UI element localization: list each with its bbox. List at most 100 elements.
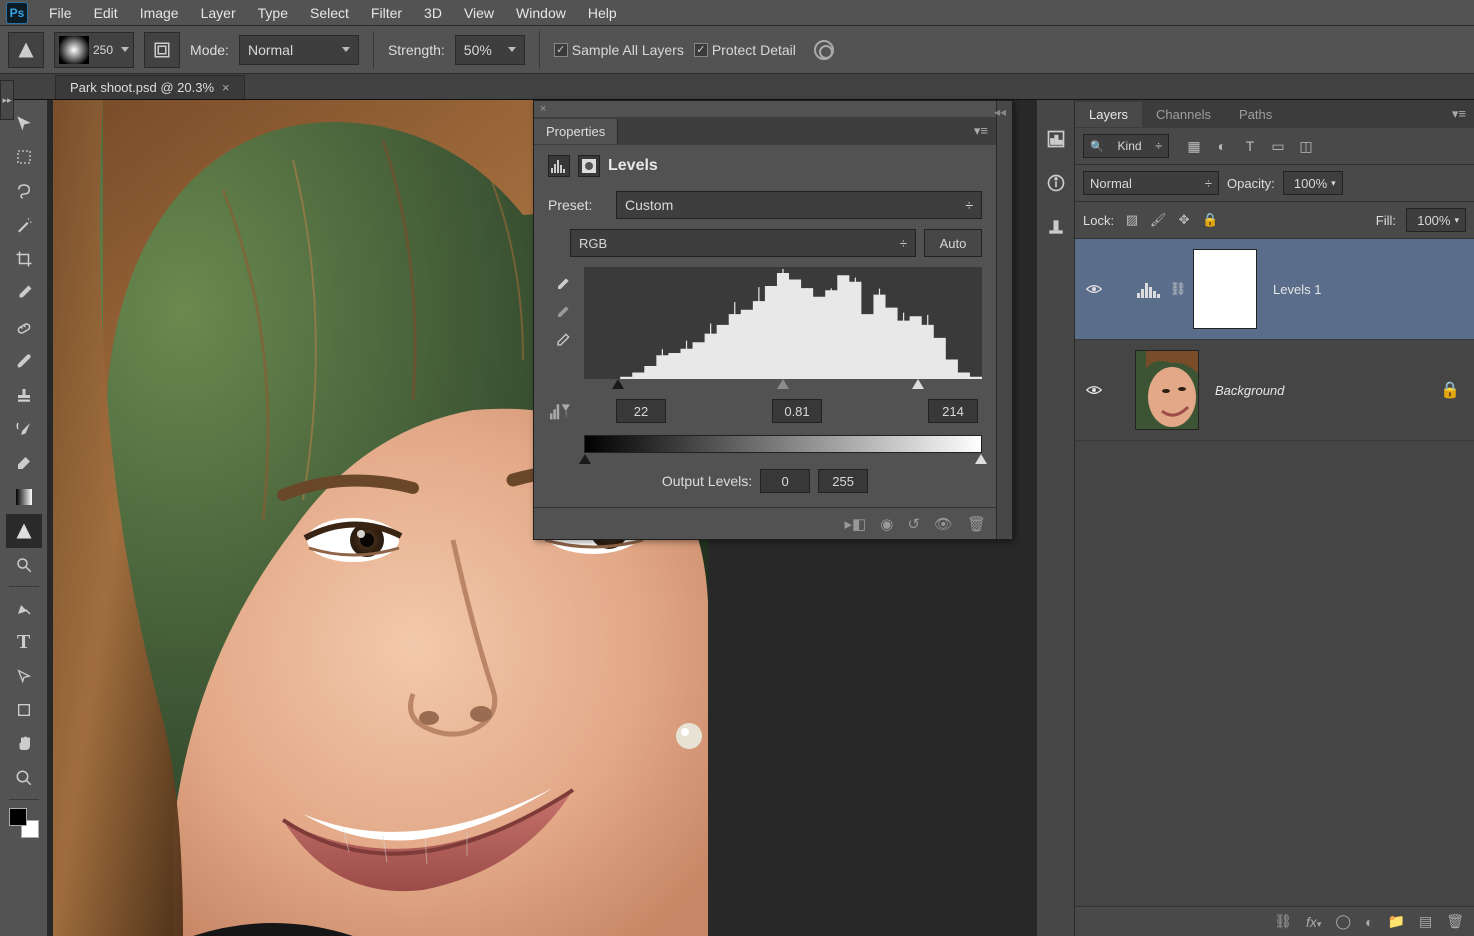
new-adjustment-button[interactable]: ◐: [1365, 914, 1373, 930]
histogram[interactable]: [584, 267, 982, 379]
delete-layer-button[interactable]: 🗑: [1446, 913, 1464, 930]
opacity-input[interactable]: 100%▾: [1283, 171, 1343, 195]
crop-tool[interactable]: [6, 242, 42, 276]
filter-type-icon[interactable]: T: [1241, 137, 1259, 155]
new-group-button[interactable]: 📁: [1388, 913, 1405, 930]
preset-dropdown[interactable]: Custom÷: [616, 191, 982, 219]
properties-scrollbar[interactable]: [996, 101, 1012, 539]
menu-type[interactable]: Type: [247, 1, 299, 25]
filter-adjustment-icon[interactable]: ◐: [1213, 137, 1231, 155]
channel-dropdown[interactable]: RGB÷: [570, 229, 916, 257]
eraser-tool[interactable]: [6, 446, 42, 480]
protect-detail-checkbox[interactable]: ✓Protect Detail: [694, 42, 796, 58]
link-layers-button[interactable]: ⛓: [1274, 913, 1292, 930]
fx-button[interactable]: fx▾: [1306, 914, 1321, 930]
menu-image[interactable]: Image: [129, 1, 190, 25]
input-black-value[interactable]: 22: [616, 399, 666, 423]
output-white-slider[interactable]: [975, 454, 987, 464]
white-point-slider[interactable]: [912, 379, 924, 389]
panel-close-icon[interactable]: ×: [540, 103, 546, 115]
layer-name[interactable]: Levels 1: [1273, 282, 1321, 297]
mode-dropdown[interactable]: Normal: [239, 35, 359, 65]
hand-tool[interactable]: [6, 727, 42, 761]
stamp-tool[interactable]: [6, 378, 42, 412]
magic-wand-tool[interactable]: [6, 208, 42, 242]
histogram-panel-icon[interactable]: [1043, 126, 1069, 152]
filter-kind-dropdown[interactable]: 🔍Kind÷: [1083, 134, 1169, 158]
black-point-slider[interactable]: [612, 379, 624, 389]
pressure-size-toggle[interactable]: [806, 32, 842, 68]
menu-edit[interactable]: Edit: [83, 1, 129, 25]
brush-panel-toggle[interactable]: [144, 32, 180, 68]
adjustments-panel-icon[interactable]: [1043, 214, 1069, 240]
brush-picker[interactable]: 250: [54, 32, 134, 68]
tool-preset-picker[interactable]: [8, 32, 44, 68]
tab-channels[interactable]: Channels: [1142, 102, 1225, 127]
document-tab[interactable]: Park shoot.psd @ 20.3% ×: [55, 75, 245, 99]
mask-mode-icon[interactable]: [578, 155, 600, 177]
input-slider-track[interactable]: [584, 379, 982, 393]
new-layer-button[interactable]: ▤: [1419, 913, 1432, 930]
reset-button[interactable]: ↺: [907, 515, 920, 533]
lock-pixels-icon[interactable]: 🖌: [1150, 212, 1166, 228]
panel-menu-icon[interactable]: ▾≡: [1444, 106, 1474, 122]
fill-input[interactable]: 100%▾: [1406, 208, 1466, 232]
layer-name[interactable]: Background: [1215, 383, 1284, 398]
input-white-value[interactable]: 214: [928, 399, 978, 423]
black-point-eyedropper[interactable]: [552, 275, 572, 295]
lock-position-icon[interactable]: ✥: [1176, 212, 1192, 228]
tab-paths[interactable]: Paths: [1225, 102, 1286, 127]
eyedropper-tool[interactable]: [6, 276, 42, 310]
healing-tool[interactable]: [6, 310, 42, 344]
color-swatches[interactable]: [9, 808, 39, 838]
menu-view[interactable]: View: [453, 1, 505, 25]
lock-all-icon[interactable]: 🔒: [1202, 212, 1218, 228]
history-brush-tool[interactable]: [6, 412, 42, 446]
gamma-slider[interactable]: [777, 379, 789, 389]
output-white-value[interactable]: 255: [818, 469, 868, 493]
tab-properties[interactable]: Properties: [534, 119, 618, 144]
menu-3d[interactable]: 3D: [413, 1, 453, 25]
panel-collapse-icon[interactable]: ◂◂: [994, 105, 1006, 119]
toggle-visibility-button[interactable]: 👁: [934, 515, 953, 533]
layer-row[interactable]: Background 🔒: [1075, 340, 1474, 441]
menu-filter[interactable]: Filter: [360, 1, 413, 25]
input-gamma-value[interactable]: 0.81: [772, 399, 822, 423]
filter-smart-icon[interactable]: ◫: [1297, 137, 1315, 155]
menu-help[interactable]: Help: [577, 1, 628, 25]
tab-layers[interactable]: Layers: [1075, 102, 1142, 127]
menu-file[interactable]: File: [38, 1, 83, 25]
menu-window[interactable]: Window: [505, 1, 577, 25]
brush-tool[interactable]: [6, 344, 42, 378]
left-edge-expander[interactable]: ▸▸: [0, 80, 14, 120]
sharpen-tool[interactable]: [6, 514, 42, 548]
panel-menu-icon[interactable]: ▾≡: [966, 123, 996, 139]
auto-button[interactable]: Auto: [924, 229, 982, 257]
blend-mode-dropdown[interactable]: Normal÷: [1083, 171, 1219, 195]
white-point-eyedropper[interactable]: [552, 331, 572, 351]
delete-adjustment-button[interactable]: 🗑: [967, 515, 986, 533]
dodge-tool[interactable]: [6, 548, 42, 582]
shape-tool[interactable]: [6, 693, 42, 727]
gray-point-eyedropper[interactable]: [552, 303, 572, 323]
clip-warning-icon[interactable]: !: [548, 399, 572, 423]
strength-dropdown[interactable]: 50%: [455, 35, 525, 65]
menu-select[interactable]: Select: [299, 1, 360, 25]
visibility-toggle[interactable]: [1083, 384, 1105, 396]
zoom-tool[interactable]: [6, 761, 42, 795]
visibility-toggle[interactable]: [1083, 283, 1105, 295]
pen-tool[interactable]: [6, 591, 42, 625]
lock-transparency-icon[interactable]: ▨: [1124, 212, 1140, 228]
lasso-tool[interactable]: [6, 174, 42, 208]
filter-pixel-icon[interactable]: ▦: [1185, 137, 1203, 155]
mask-link-icon[interactable]: ⛓: [1169, 281, 1187, 297]
output-gradient[interactable]: [584, 435, 982, 453]
sample-all-layers-checkbox[interactable]: ✓Sample All Layers: [554, 42, 684, 58]
layer-mask-thumb[interactable]: [1193, 249, 1257, 329]
marquee-tool[interactable]: [6, 140, 42, 174]
type-tool[interactable]: T: [6, 625, 42, 659]
gradient-tool[interactable]: [6, 480, 42, 514]
filter-shape-icon[interactable]: ▭: [1269, 137, 1287, 155]
path-select-tool[interactable]: [6, 659, 42, 693]
view-previous-button[interactable]: ◉: [880, 515, 893, 533]
